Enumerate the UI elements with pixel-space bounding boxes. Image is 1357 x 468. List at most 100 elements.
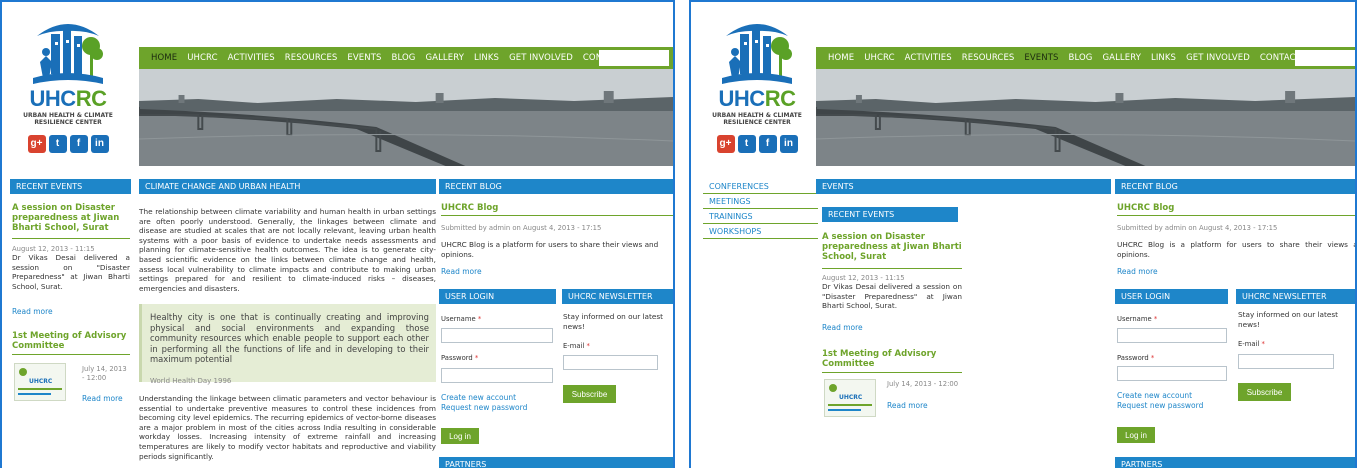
- nav-blog[interactable]: BLOG: [1064, 53, 1098, 63]
- read-more-link[interactable]: Read more: [12, 307, 53, 316]
- email-input[interactable]: [563, 355, 658, 370]
- request-password-link[interactable]: Request new password: [441, 403, 527, 412]
- event1-body: Dr Vikas Desai delivered a session on "D…: [822, 282, 962, 311]
- blog-meta: Submitted by admin on August 4, 2013 - 1…: [1117, 224, 1278, 232]
- logo-subtitle-2: RESILIENCE CENTER: [723, 119, 791, 126]
- create-account-link[interactable]: Create new account: [1117, 391, 1192, 400]
- search-input[interactable]: [599, 50, 669, 66]
- blog-title[interactable]: UHCRC Blog: [1117, 203, 1174, 213]
- recent-blog-header: RECENT BLOG: [1115, 179, 1355, 194]
- event2-thumbnail[interactable]: UHCRC: [14, 363, 66, 401]
- screenshot-pair: UHCRC URBAN HEALTH & CLIMATE RESILIENCE …: [0, 0, 1357, 468]
- quote-block: Healthy city is one that is continually …: [139, 304, 436, 385]
- nav-activities[interactable]: ACTIVITIES: [900, 53, 957, 63]
- blog-meta: Submitted by admin on August 4, 2013 - 1…: [441, 224, 602, 232]
- user-login-header: USER LOGIN: [1115, 289, 1228, 304]
- nav-activities[interactable]: ACTIVITIES: [223, 53, 280, 63]
- subscribe-button[interactable]: Subscribe: [563, 385, 616, 403]
- recent-events-header: RECENT EVENTS: [822, 207, 958, 222]
- nav-events[interactable]: EVENTS: [1019, 53, 1063, 63]
- login-button[interactable]: Log in: [441, 428, 479, 444]
- social-links: g+ t f in: [706, 135, 808, 153]
- event2-thumbnail[interactable]: UHCRC: [824, 379, 876, 417]
- subscribe-button[interactable]: Subscribe: [1238, 383, 1291, 401]
- login-button[interactable]: Log in: [1117, 427, 1155, 443]
- google-plus-icon[interactable]: g+: [27, 135, 46, 153]
- events-side-menu: CONFERENCES MEETINGS TRAININGS WORKSHOPS: [703, 179, 818, 239]
- username-input[interactable]: [1117, 328, 1227, 343]
- recent-events-header: RECENT EVENTS: [10, 179, 131, 194]
- nav-get-involved[interactable]: GET INVOLVED: [504, 53, 578, 63]
- nav-resources[interactable]: RESOURCES: [280, 53, 343, 63]
- event2-title[interactable]: 1st Meeting of Advisory Committee: [12, 331, 130, 351]
- search-input[interactable]: [1295, 50, 1355, 66]
- recent-blog-header: RECENT BLOG: [439, 179, 673, 194]
- nav-gallery[interactable]: GALLERY: [420, 53, 469, 63]
- read-more-link[interactable]: Read more: [887, 401, 928, 410]
- quote-text: Healthy city is one that is continually …: [150, 312, 429, 365]
- password-input[interactable]: [441, 368, 553, 383]
- site-logo[interactable]: UHCRC URBAN HEALTH & CLIMATE RESILIENCE …: [17, 16, 119, 153]
- site-logo[interactable]: UHCRC URBAN HEALTH & CLIMATE RESILIENCE …: [706, 16, 808, 153]
- nav-links[interactable]: LINKS: [1146, 53, 1181, 63]
- twitter-icon[interactable]: t: [48, 135, 67, 153]
- logo-graphic-icon: [722, 24, 792, 84]
- event1-title[interactable]: A session on Disaster preparedness at Ji…: [822, 232, 962, 262]
- social-links: g+ t f in: [17, 135, 119, 153]
- nav-uhcrc[interactable]: UHCRC: [182, 53, 222, 63]
- username-input[interactable]: [441, 328, 553, 343]
- quote-citation: World Health Day 1996: [150, 376, 232, 385]
- logo-subtitle-1: URBAN HEALTH & CLIMATE: [23, 112, 113, 119]
- partners-header: PARTNERS: [439, 457, 673, 468]
- request-password-link[interactable]: Request new password: [1117, 401, 1203, 410]
- facebook-icon[interactable]: f: [69, 135, 88, 153]
- blog-body: UHCRC Blog is a platform for users to sh…: [1117, 240, 1357, 259]
- nav-resources[interactable]: RESOURCES: [957, 53, 1020, 63]
- read-more-link[interactable]: Read more: [82, 394, 123, 403]
- read-more-link[interactable]: Read more: [822, 323, 863, 332]
- email-label: E-mail *: [1238, 340, 1265, 348]
- side-item-conferences[interactable]: CONFERENCES: [703, 179, 818, 194]
- read-more-link[interactable]: Read more: [441, 267, 482, 276]
- partners-header: PARTNERS: [1115, 457, 1355, 468]
- side-item-meetings[interactable]: MEETINGS: [703, 194, 818, 209]
- username-label: Username *: [441, 315, 482, 323]
- linkedin-icon[interactable]: in: [779, 135, 798, 153]
- password-input[interactable]: [1117, 366, 1227, 381]
- event1-title[interactable]: A session on Disaster preparedness at Ji…: [12, 203, 130, 233]
- event1-date: August 12, 2013 - 11:15: [822, 274, 905, 282]
- create-account-link[interactable]: Create new account: [441, 393, 516, 402]
- event2-date: July 14, 2013 - 12:00: [82, 365, 127, 382]
- banner-image: [139, 69, 673, 166]
- side-item-workshops[interactable]: WORKSHOPS: [703, 224, 818, 239]
- logo-title: UHCRC: [29, 86, 107, 111]
- twitter-icon[interactable]: t: [737, 135, 756, 153]
- password-label: Password *: [1117, 354, 1155, 362]
- facebook-icon[interactable]: f: [758, 135, 777, 153]
- nav-home[interactable]: HOME: [823, 53, 859, 63]
- main-paragraph-1: The relationship between climate variabi…: [139, 207, 436, 293]
- nav-uhcrc[interactable]: UHCRC: [859, 53, 899, 63]
- linkedin-icon[interactable]: in: [90, 135, 109, 153]
- nav-links[interactable]: LINKS: [469, 53, 504, 63]
- newsletter-text: Stay informed on our latest news!: [1238, 310, 1339, 329]
- read-more-link[interactable]: Read more: [1117, 267, 1158, 276]
- user-login-header: USER LOGIN: [439, 289, 556, 304]
- nav-blog[interactable]: BLOG: [387, 53, 421, 63]
- email-input[interactable]: [1238, 354, 1334, 369]
- nav-home[interactable]: HOME: [146, 53, 182, 63]
- main-paragraph-2: Understanding the linkage between climat…: [139, 394, 436, 461]
- google-plus-icon[interactable]: g+: [716, 135, 735, 153]
- logo-graphic-icon: [33, 24, 103, 84]
- logo-subtitle-1: URBAN HEALTH & CLIMATE: [712, 112, 802, 119]
- blog-title[interactable]: UHCRC Blog: [441, 203, 498, 213]
- nav-get-involved[interactable]: GET INVOLVED: [1181, 53, 1255, 63]
- events-header: EVENTS: [816, 179, 1111, 194]
- password-label: Password *: [441, 354, 479, 362]
- divider: [822, 268, 962, 269]
- banner-image: [816, 69, 1355, 166]
- event2-title[interactable]: 1st Meeting of Advisory Committee: [822, 349, 962, 369]
- side-item-trainings[interactable]: TRAININGS: [703, 209, 818, 224]
- nav-events[interactable]: EVENTS: [342, 53, 386, 63]
- nav-gallery[interactable]: GALLERY: [1097, 53, 1146, 63]
